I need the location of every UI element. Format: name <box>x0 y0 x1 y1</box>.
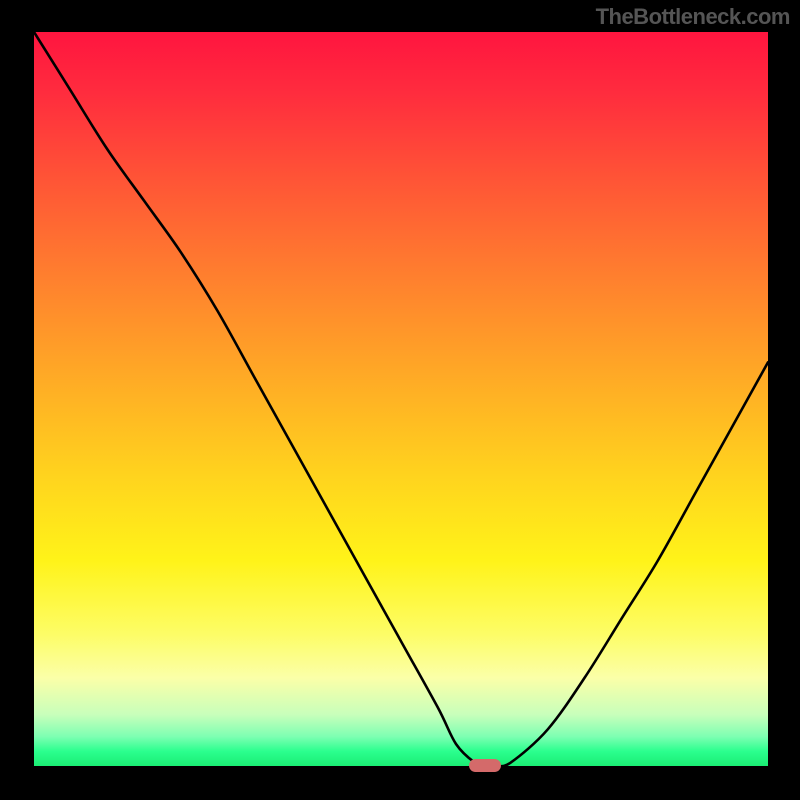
chart-frame: TheBottleneck.com <box>0 0 800 800</box>
watermark-text: TheBottleneck.com <box>596 4 790 30</box>
plot-area <box>34 32 768 766</box>
curve-svg <box>34 32 768 766</box>
optimum-marker <box>469 759 501 772</box>
bottleneck-curve <box>34 32 768 766</box>
